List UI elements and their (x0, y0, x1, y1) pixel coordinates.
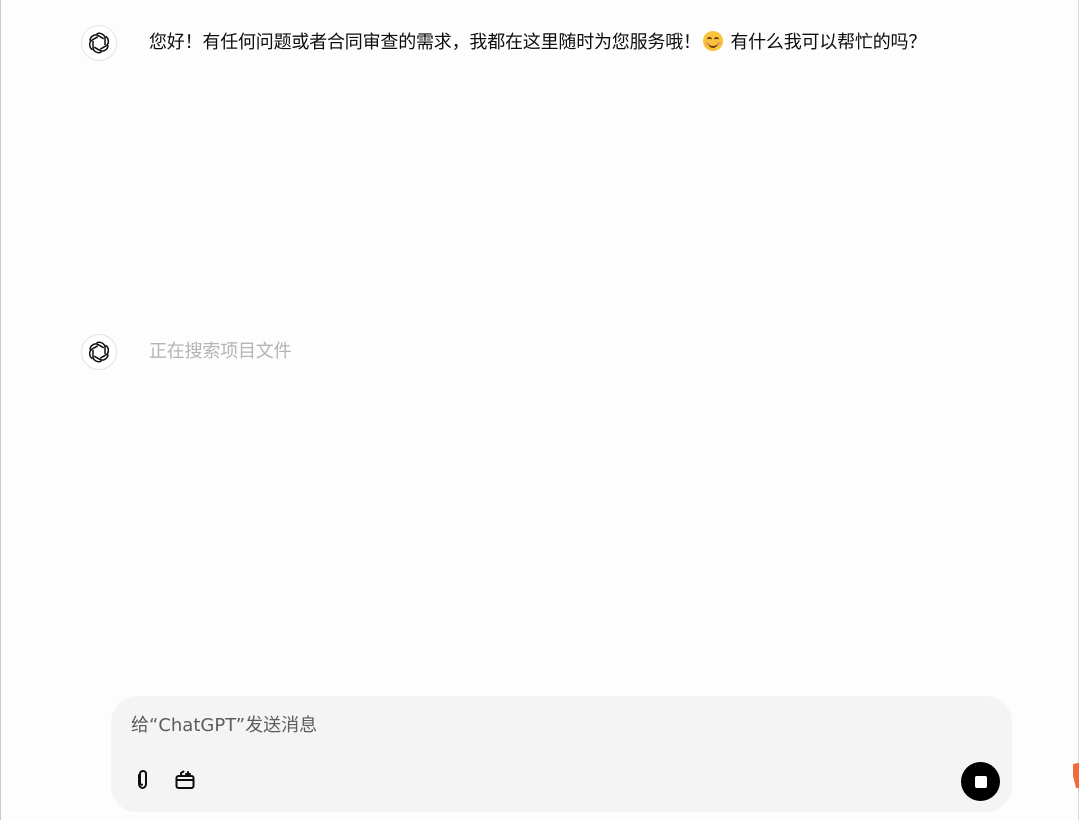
message-text: 您好！有任何问题或者合同审查的需求，我都在这里随时为您服务哦！ 有什么我可以帮忙… (149, 31, 926, 55)
message-input[interactable] (131, 712, 951, 738)
smiling-face-icon (702, 31, 723, 51)
message-text-part: 有什么我可以帮忙的吗？ (724, 32, 927, 53)
message-composer (111, 696, 1012, 812)
stop-icon (974, 775, 987, 788)
openai-logo-icon (81, 334, 117, 370)
toolbox-icon (175, 770, 195, 789)
assistant-message-pending: 正在搜索项目文件 (81, 334, 292, 370)
attach-button[interactable] (128, 766, 156, 794)
tools-button[interactable] (171, 766, 199, 794)
openai-logo-icon (81, 25, 117, 61)
corner-logo-icon (1071, 760, 1079, 790)
assistant-message: 您好！有任何问题或者合同审查的需求，我都在这里随时为您服务哦！ 有什么我可以帮忙… (81, 25, 926, 61)
message-text-part: 您好！有任何问题或者合同审查的需求，我都在这里随时为您服务哦！ (149, 32, 701, 53)
paperclip-icon (138, 769, 147, 790)
stop-generating-button[interactable] (961, 762, 1000, 801)
search-status-text: 正在搜索项目文件 (149, 341, 292, 362)
chat-window: 您好！有任何问题或者合同审查的需求，我都在这里随时为您服务哦！ 有什么我可以帮忙… (0, 0, 1079, 820)
